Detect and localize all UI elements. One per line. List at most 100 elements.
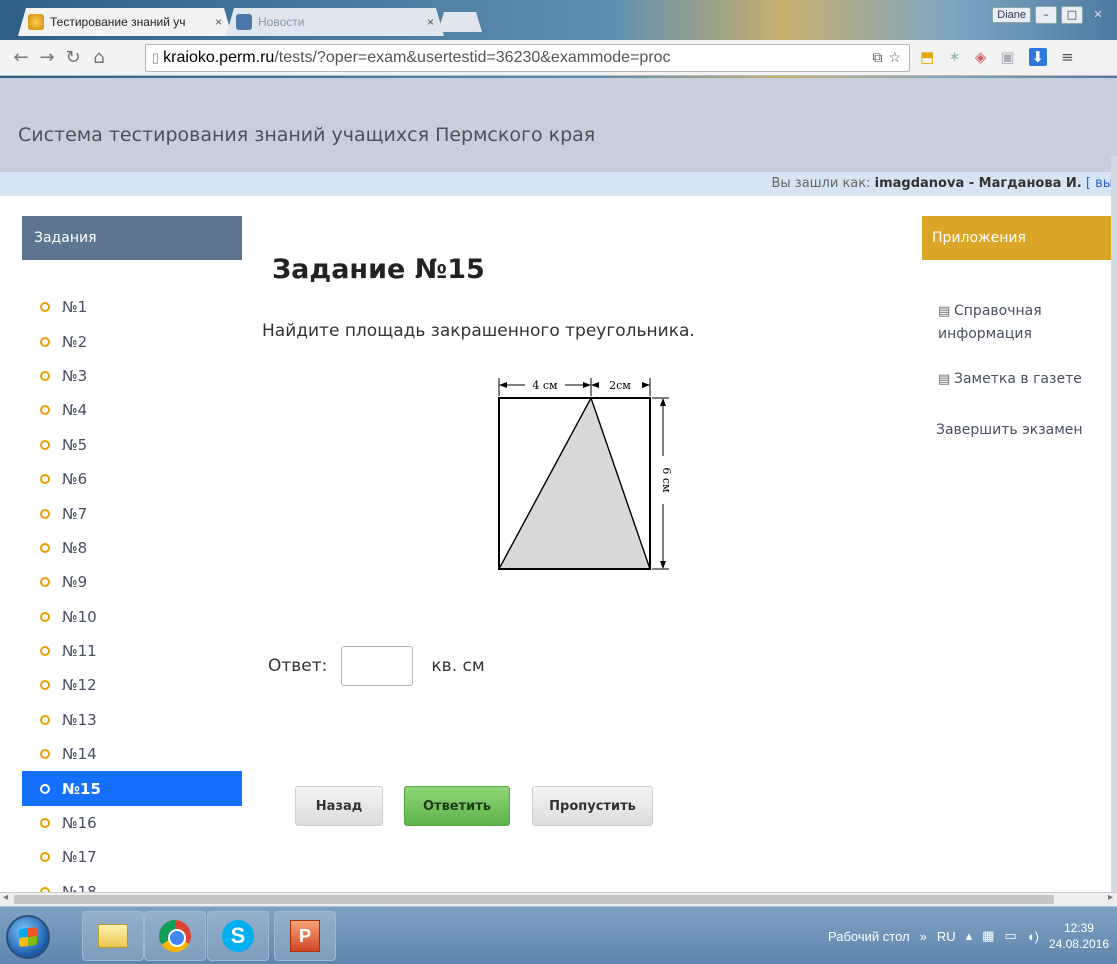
menu-icon[interactable]: ≡	[1061, 48, 1074, 66]
vk-icon	[236, 14, 252, 30]
task-item[interactable]: №11	[22, 634, 242, 668]
task-item[interactable]: №9	[22, 565, 242, 599]
task-label: №7	[62, 504, 88, 523]
task-label: №1	[62, 298, 88, 317]
reload-icon[interactable]: ↻	[60, 47, 86, 68]
tab-title: Новости	[258, 15, 305, 29]
language-indicator[interactable]: RU	[937, 929, 956, 944]
extension-icon[interactable]: ▣	[1000, 48, 1014, 66]
close-tab-icon[interactable]: ×	[427, 15, 434, 29]
answer-button[interactable]: Ответить	[404, 786, 510, 826]
task-item[interactable]: №1	[22, 290, 242, 324]
task-item[interactable]: №14	[22, 737, 242, 771]
task-label: №3	[62, 366, 88, 385]
powerpoint-taskbar-button[interactable]: P	[274, 911, 336, 961]
newspaper-note-link[interactable]: ▤ Заметка в газете	[938, 368, 1082, 391]
translate-icon[interactable]: ⧉	[872, 49, 882, 66]
extension-icon[interactable]: ✶	[948, 48, 961, 66]
answer-input[interactable]	[341, 646, 414, 686]
explorer-taskbar-button[interactable]	[82, 911, 144, 961]
attachments-panel: Приложения ▤ Справочная информация ▤ Замет…	[922, 196, 1117, 896]
tasks-sidebar: Задания №1 №2 №3 №4 №5 №6 №7 №8 №9 №10 №11 №12 №13 №1…	[0, 196, 242, 896]
forward-icon[interactable]: →	[34, 47, 60, 68]
skype-taskbar-button[interactable]: S	[207, 911, 269, 961]
task-item[interactable]: №10	[22, 600, 242, 634]
task-status-icon	[40, 818, 50, 829]
vertical-scrollbar[interactable]	[1111, 156, 1117, 896]
desktop-toolbar-label[interactable]: Рабочий стол	[828, 929, 910, 944]
chrome-taskbar-button[interactable]	[144, 911, 206, 961]
answer-unit: кв. см	[431, 656, 485, 676]
task-label: №11	[62, 642, 97, 661]
back-icon[interactable]: ←	[8, 47, 34, 68]
extension-icon[interactable]: ◈	[975, 48, 987, 66]
windows-taskbar: S P Рабочий стол » RU ▴ ▦ ▭ ◖) 12:39 24.…	[0, 906, 1117, 964]
reference-info-label: Справочная информация	[938, 303, 1042, 342]
task-label: №17	[62, 848, 97, 867]
task-status-icon	[40, 749, 50, 760]
new-tab-button[interactable]	[438, 12, 482, 32]
clock-time: 12:39	[1063, 921, 1094, 935]
answer-label: Ответ:	[268, 656, 328, 676]
task-status-icon	[40, 783, 50, 794]
action-center-icon[interactable]: ▭	[1004, 928, 1016, 944]
bookmark-star-icon[interactable]: ☆	[888, 49, 901, 66]
reference-info-link[interactable]: ▤ Справочная информация	[938, 300, 1088, 345]
tab-news[interactable]: Новости ×	[226, 8, 444, 36]
extension-icon[interactable]: ⬒	[920, 48, 934, 66]
home-icon[interactable]: ⌂	[86, 47, 112, 68]
task-label: №4	[62, 401, 88, 420]
start-button[interactable]	[6, 915, 50, 959]
sidebar-heading: Задания	[22, 216, 242, 260]
chrome-icon	[159, 920, 191, 952]
task-status-icon	[40, 852, 50, 863]
shaded-triangle	[497, 396, 651, 570]
maximize-icon[interactable]: □	[1061, 6, 1083, 24]
skip-button[interactable]: Пропустить	[532, 786, 653, 826]
close-tab-icon[interactable]: ×	[215, 15, 222, 29]
task-item[interactable]: №2	[22, 324, 242, 358]
login-prefix: Вы зашли как:	[771, 176, 871, 191]
task-item[interactable]: №7	[22, 496, 242, 530]
show-hidden-icons-icon[interactable]: ▴	[966, 928, 973, 944]
download-icon[interactable]: ⬇	[1028, 48, 1048, 66]
scroll-left-icon[interactable]: ◂	[3, 892, 8, 903]
task-item[interactable]: №16	[22, 806, 242, 840]
task-item[interactable]: №4	[22, 393, 242, 427]
clock[interactable]: 12:39 24.08.2016	[1049, 920, 1109, 952]
tab-testing[interactable]: Тестирование знаний уч ×	[18, 8, 232, 36]
document-icon: ▤	[938, 372, 951, 387]
horizontal-scrollbar[interactable]: ◂ ▸	[0, 892, 1117, 906]
task-item[interactable]: №12	[22, 668, 242, 702]
task-item[interactable]: №5	[22, 428, 242, 462]
task-item[interactable]: №8	[22, 531, 242, 565]
task-status-icon	[40, 508, 50, 519]
window-controls: Diane – □ ✕	[992, 6, 1109, 24]
chevron-icon[interactable]: »	[920, 929, 927, 944]
windows-logo-icon	[19, 927, 37, 947]
profile-button[interactable]: Diane	[992, 7, 1031, 23]
user-strip: Вы зашли как: imagdanova - Магданова И. …	[0, 172, 1117, 196]
dimension-2cm: 2см	[609, 379, 631, 392]
minimize-icon[interactable]: –	[1035, 6, 1057, 24]
scroll-thumb[interactable]	[14, 895, 1054, 904]
close-window-icon[interactable]: ✕	[1087, 6, 1109, 24]
task-item[interactable]: №3	[22, 359, 242, 393]
volume-icon[interactable]: ◖)	[1027, 929, 1039, 944]
url-domain: kraioko.perm.ru	[163, 49, 275, 66]
folder-icon	[98, 924, 128, 948]
task-item[interactable]: №13	[22, 703, 242, 737]
task-item[interactable]: №15	[22, 771, 242, 806]
task-label: №9	[62, 573, 88, 592]
logout-link[interactable]: [ вы	[1086, 176, 1113, 191]
scroll-right-icon[interactable]: ▸	[1108, 892, 1113, 903]
task-item[interactable]: №6	[22, 462, 242, 496]
finish-exam-link[interactable]: Завершить экзамен	[936, 422, 1083, 438]
task-list: №1 №2 №3 №4 №5 №6 №7 №8 №9 №10 №11 №12 №13 №14 №15 №16 №…	[22, 290, 242, 896]
back-button[interactable]: Назад	[295, 786, 383, 826]
network-icon[interactable]: ▦	[982, 928, 994, 944]
task-item[interactable]: №17	[22, 840, 242, 874]
url-path: /tests/?oper=exam&usertestid=36230&examm…	[274, 49, 671, 66]
task-label: №14	[62, 745, 97, 764]
address-bar[interactable]: ▯ kraioko.perm.ru/tests/?oper=exam&usert…	[145, 44, 910, 72]
